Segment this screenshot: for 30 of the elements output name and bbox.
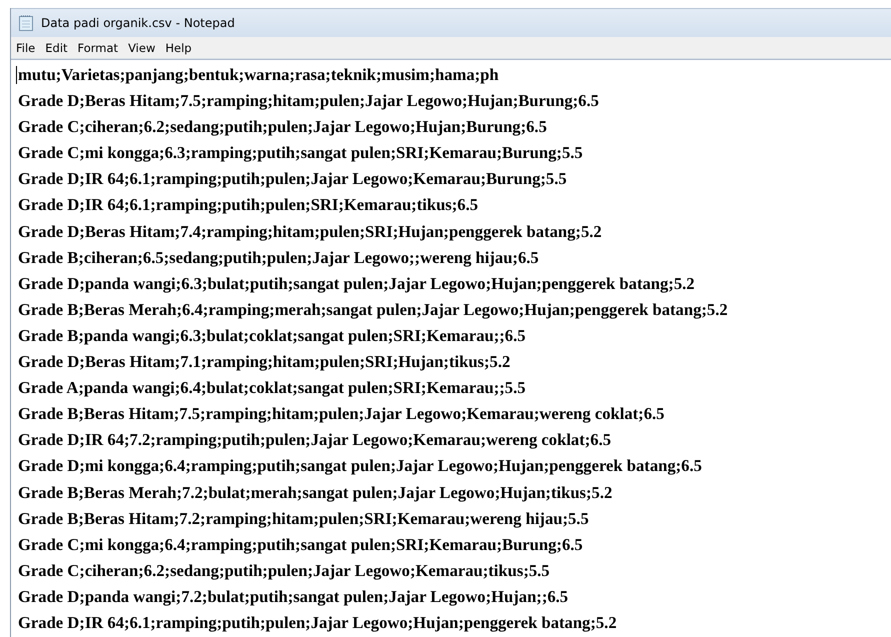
text-line: Grade B;ciheran;6.5;sedang;putih;pulen;Jajar Legowo;;wereng hijau;6.5 [18,246,540,269]
text-line: Grade D;IR 64;6.1;ramping;putih;pulen;Jajar Legowo;Hujan;penggerek batang;5.2 [18,612,618,634]
text-line: Grade B;Beras Hitam;7.2;ramping;hitam;pulen;SRI;Kemarau;wereng hijau;5.5 [18,508,590,530]
text-line: Grade B;Beras Merah;6.4;ramping;merah;sangat pulen;Jajar Legowo;Hujan;penggerek batang;5.2 [18,298,729,321]
menu-item[interactable]: View [123,40,160,54]
menu-item[interactable]: Edit [40,40,73,54]
menu-item[interactable]: Format [72,40,124,54]
text-line: Grade C;ciheran;6.2;sedang;putih;pulen;Jajar Legowo;Kemarau;tikus;5.5 [18,560,551,582]
text-line: Grade D;Beras Hitam;7.5;ramping;hitam;pulen;Jajar Legowo;Hujan;Burung;6.5 [18,90,600,112]
text-line: Grade D;panda wangi;7.2;bulat;putih;sangat pulen;Jajar Legowo;Hujan;;6.5 [18,586,570,608]
text-line: Grade D;IR 64;6.1;ramping;putih;pulen;SRI;Kemarau;tikus;6.5 [18,194,480,216]
text-line: Grade B;Beras Hitam;7.5;ramping;hitam;pulen;Jajar Legowo;Kemarau;wereng coklat;6.5 [18,403,666,426]
text-line: Grade D;panda wangi;6.3;bulat;putih;sangat pulen;Jajar Legowo;Hujan;penggerek batang;5.2 [18,272,696,295]
text-line: Grade D;IR 64;7.2;ramping;putih;pulen;Jajar Legowo;Kemarau;wereng coklat;6.5 [18,429,612,452]
menu-item[interactable]: Help [160,40,197,54]
text-line: Grade B;Beras Merah;7.2;bulat;merah;sangat pulen;Jajar Legowo;Hujan;tikus;5.2 [18,482,614,504]
text-line: Grade D;Beras Hitam;7.4;ramping;hitam;pulen;SRI;Hujan;penggerek batang;5.2 [18,220,603,243]
text-line: Grade C;ciheran;6.2;sedang;putih;pulen;Jajar Legowo;Hujan;Burung;6.5 [18,116,548,138]
window-title: Data padi organik.csv - Notepad [41,16,235,30]
menu-item[interactable]: File [11,40,40,54]
text-cursor [16,66,17,84]
text-line: Grade C;mi kongga;6.3;ramping;putih;sangat pulen;SRI;Kemarau;Burung;5.5 [18,142,584,164]
text-line: Grade D;IR 64;6.1;ramping;putih;pulen;Jajar Legowo;Kemarau;Burung;5.5 [18,168,568,190]
text-line: mutu;Varietas;panjang;bentuk;warna;rasa;teknik;musim;hama;ph [18,64,499,86]
text-line: Grade B;panda wangi;6.3;bulat;coklat;sangat pulen;SRI;Kemarau;;6.5 [18,324,527,347]
text-line: Grade C;mi kongga;6.4;ramping;putih;sangat pulen;SRI;Kemarau;Burung;6.5 [18,534,584,556]
text-line: Grade D;mi kongga;6.4;ramping;putih;sangat pulen;Jajar Legowo;Hujan;penggerek batang;6.5 [18,455,703,478]
text-line: Grade A;panda wangi;6.4;bulat;coklat;sangat pulen;SRI;Kemarau;;5.5 [18,377,527,400]
text-line: Grade D;Beras Hitam;7.1;ramping;hitam;pulen;SRI;Hujan;tikus;5.2 [18,351,512,374]
notepad-icon [19,15,33,31]
